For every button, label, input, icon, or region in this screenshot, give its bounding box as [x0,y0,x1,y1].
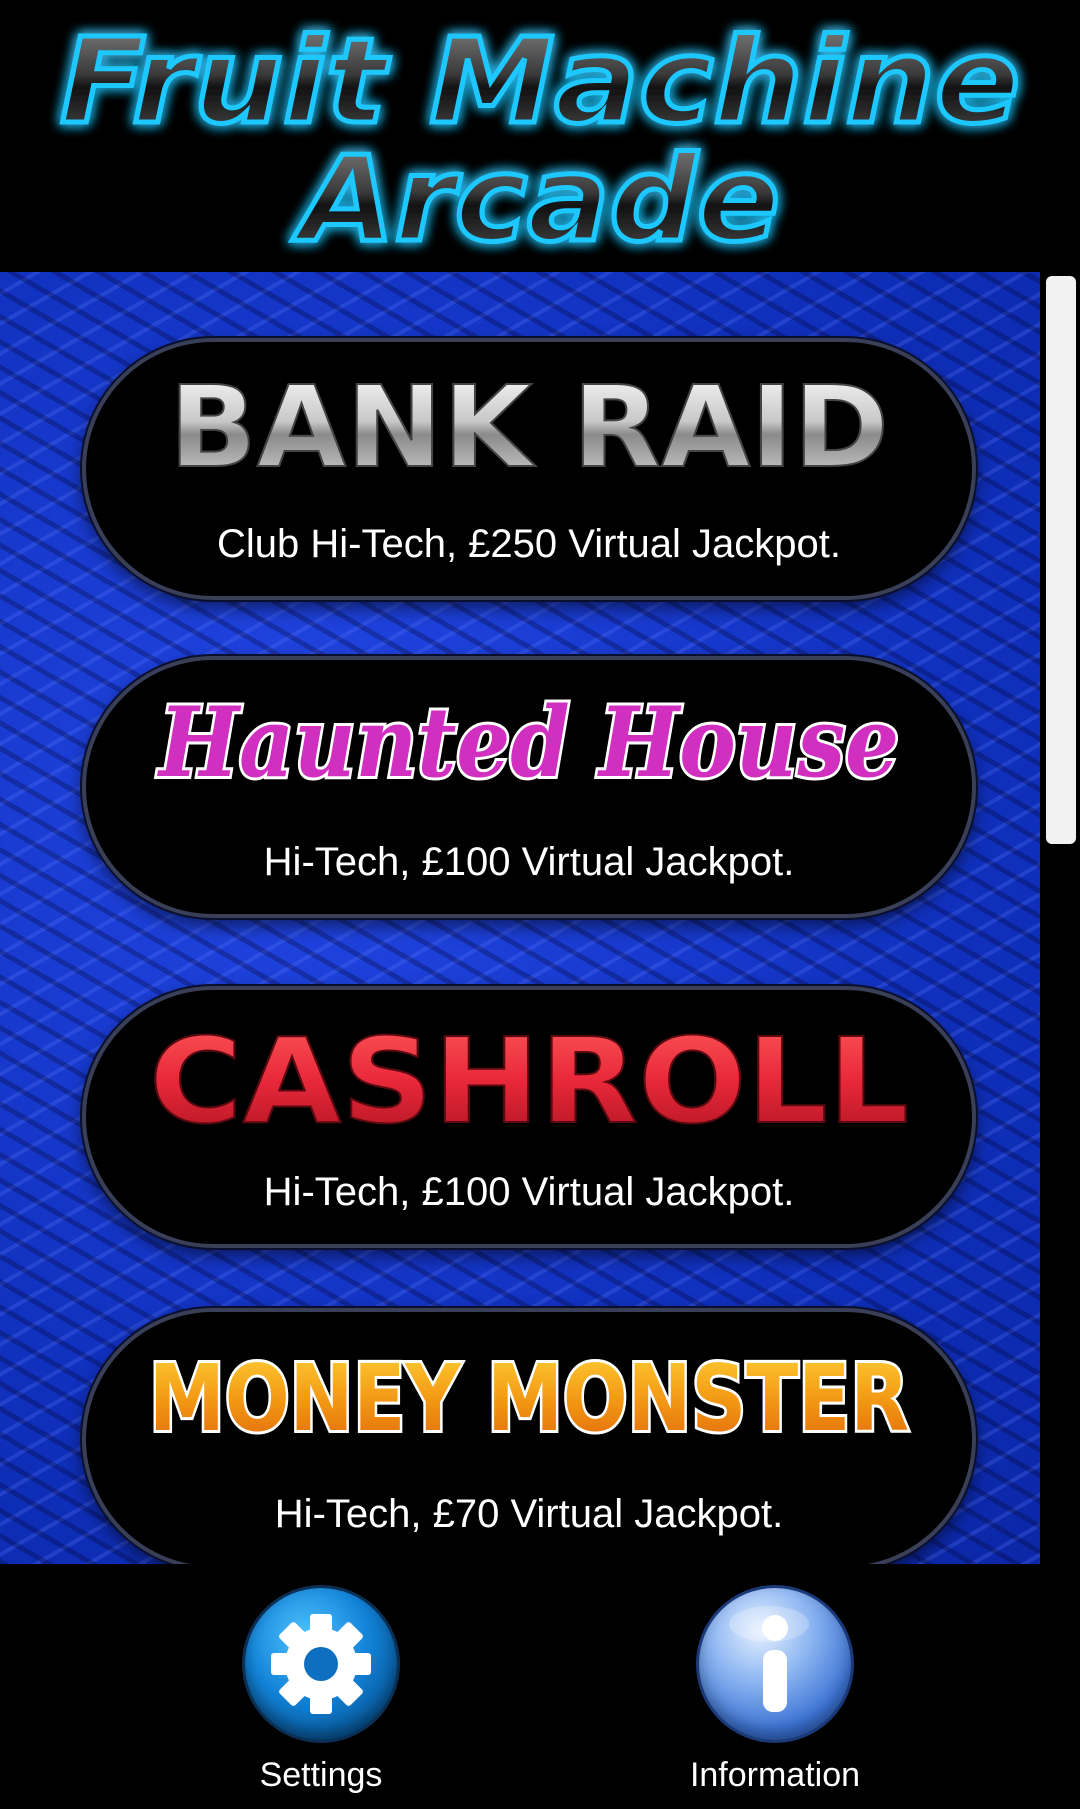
information-circle [699,1588,851,1740]
cashroll-logo: CASHROLL [148,1011,910,1144]
bank-raid-logo: BANK RAID [168,362,890,494]
game-description: Hi-Tech, £70 Virtual Jackpot. [274,1492,784,1536]
game-card-cashroll[interactable]: CASHROLL Hi-Tech, £100 Virtual Jackpot. [82,986,976,1248]
information-label: Information [689,1756,861,1794]
money-monster-logo: MONEY MONSTER [146,1342,912,1455]
game-description: Hi-Tech, £100 Virtual Jackpot. [263,1170,795,1214]
title-line-2: Arcade [292,130,780,268]
svg-text:MONEY MONSTER: MONEY MONSTER [149,1345,909,1452]
game-card-haunted-house[interactable]: Haunted House Hi-Tech, £100 Virtual Jack… [82,656,976,918]
svg-text:CASHROLL: CASHROLL [149,1012,909,1144]
game-description: Club Hi-Tech, £250 Virtual Jackpot. [216,522,842,566]
game-list[interactable]: BANK RAID Club Hi-Tech, £250 Virtual Jac… [0,272,1080,1564]
game-card-bank-raid[interactable]: BANK RAID Club Hi-Tech, £250 Virtual Jac… [82,338,976,600]
game-description: Hi-Tech, £100 Virtual Jackpot. [263,840,795,884]
info-icon [729,1606,809,1712]
svg-text:BANK RAID: BANK RAID [169,363,889,493]
scrollbar-thumb[interactable] [1046,276,1076,844]
svg-text:Haunted House: Haunted House [156,686,899,799]
app-screen: Fruit Machine Arcade BANK RAID Club Hi-T… [0,0,1080,1809]
bottom-nav: Settings Information [0,1564,1080,1809]
haunted-house-logo: Haunted House [153,683,902,802]
game-card-money-monster[interactable]: MONEY MONSTER Hi-Tech, £70 Virtual Jackp… [82,1308,976,1564]
settings-label: Settings [259,1756,383,1794]
title-logo: Fruit Machine Arcade [58,10,1023,271]
scrollbar-track[interactable] [1040,272,1080,1564]
title-header: Fruit Machine Arcade [0,0,1080,272]
settings-button[interactable]: Settings [201,1588,441,1798]
settings-circle [245,1588,397,1740]
information-button[interactable]: Information [655,1588,895,1798]
gear-icon [271,1614,371,1714]
